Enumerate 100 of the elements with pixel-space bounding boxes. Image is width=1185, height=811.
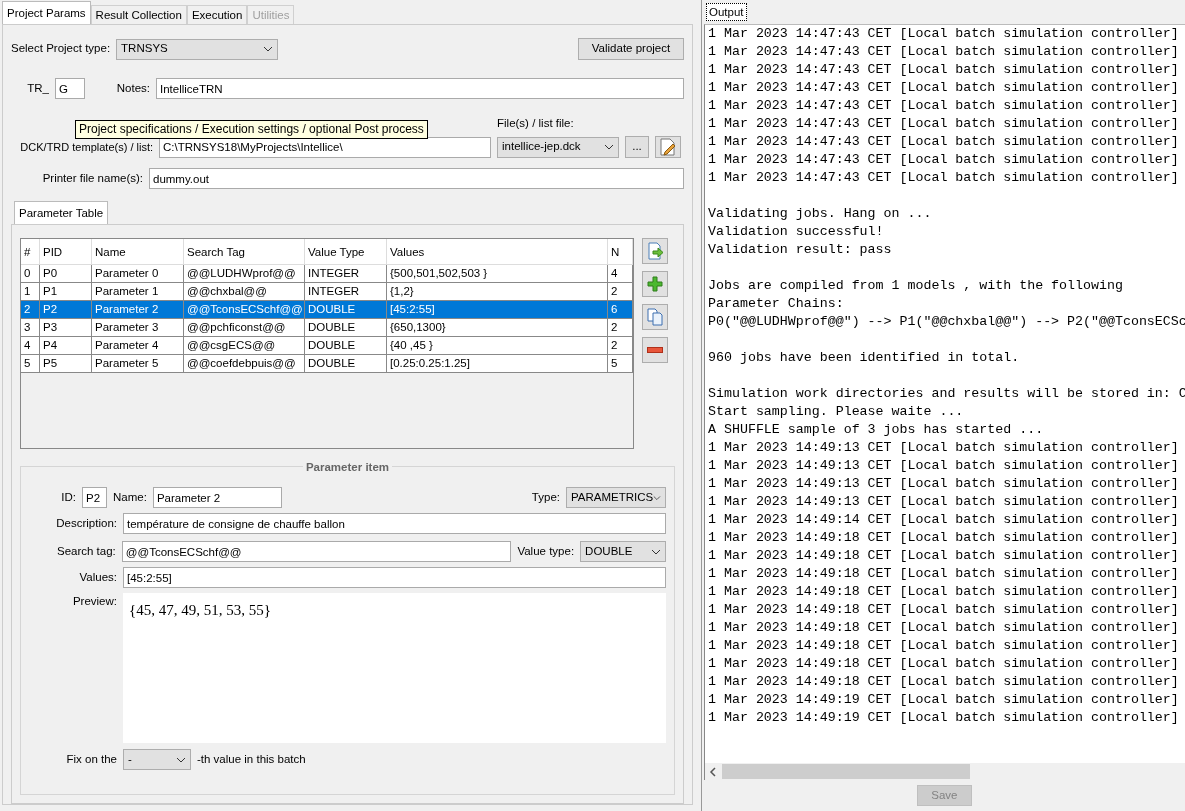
document-arrow-icon bbox=[646, 242, 664, 260]
log-line: 1 Mar 2023 14:49:19 CET [Local batch simulation controller] bbox=[708, 709, 1179, 727]
edit-button[interactable] bbox=[655, 136, 681, 158]
field-label: Preview: bbox=[71, 594, 117, 609]
log-line: 1 Mar 2023 14:47:43 CET [Local batch simulation controller] bbox=[708, 25, 1179, 43]
field-label: File(s) / list file: bbox=[497, 116, 574, 132]
horizontal-scrollbar[interactable] bbox=[705, 763, 1185, 780]
log-line: 1 Mar 2023 14:49:18 CET [Local batch simulation controller] bbox=[708, 619, 1179, 637]
log-line: 1 Mar 2023 14:47:43 CET [Local batch simulation controller] bbox=[708, 115, 1179, 133]
field-label: Printer file name(s): bbox=[41, 170, 143, 186]
table-cell: 5 bbox=[21, 355, 40, 373]
table-row[interactable]: 2 P2 Parameter 2 @@TconsECSchf@@ DOUBLE [45:2:55] 6 bbox=[21, 301, 633, 319]
field-label: TR_ bbox=[26, 80, 49, 96]
chevron-icon bbox=[176, 756, 186, 763]
log-line: 1 Mar 2023 14:47:43 CET [Local batch simulation controller] bbox=[708, 61, 1179, 79]
name-field[interactable]: Parameter 2 bbox=[152, 487, 282, 508]
table-cell: P5 bbox=[40, 355, 92, 373]
log-line: 1 Mar 2023 14:49:18 CET [Local batch simulation controller] bbox=[708, 673, 1179, 691]
log-line: A SHUFFLE sample of 3 jobs has started ... bbox=[708, 421, 1044, 439]
log-line: 1 Mar 2023 14:47:43 CET [Local batch simulation controller] bbox=[708, 169, 1179, 187]
log-line: 1 Mar 2023 14:49:18 CET [Local batch simulation controller] bbox=[708, 637, 1179, 655]
log-line: 1 Mar 2023 14:49:13 CET [Local batch simulation controller] bbox=[708, 493, 1179, 511]
log-line: 1 Mar 2023 14:49:18 CET [Local batch simulation controller] bbox=[708, 547, 1179, 565]
field-label: Name: bbox=[113, 489, 147, 505]
log-line: 1 Mar 2023 14:47:43 CET [Local batch simulation controller] bbox=[708, 43, 1179, 61]
field-label: Type: bbox=[531, 489, 560, 505]
group-title: Parameter item bbox=[302, 461, 393, 473]
copy-button[interactable] bbox=[642, 304, 668, 330]
description-field[interactable]: température de consigne de chauffe ballon bbox=[123, 513, 666, 534]
table-cell: 5 bbox=[608, 355, 633, 373]
validate-button[interactable]: Validate project bbox=[578, 38, 684, 60]
chevron-icon bbox=[653, 494, 661, 501]
tab[interactable]: Execution bbox=[186, 5, 248, 24]
field-label: Fix on the bbox=[65, 751, 117, 767]
preview-text: {45, 47, 49, 51, 53, 55} bbox=[129, 602, 271, 618]
tooltip: Project specifications / Execution settings / optional Post process bbox=[75, 120, 428, 139]
field-label: Description: bbox=[55, 515, 117, 531]
printer-file-field[interactable]: dummy.out bbox=[149, 168, 684, 189]
table-row[interactable]: 0 P0 Parameter 0 @@LUDHWprof@@ INTEGER {500,501,502,503 } 4 bbox=[21, 265, 633, 283]
chevron-icon bbox=[651, 548, 661, 555]
log-line: Validation result: pass bbox=[708, 241, 892, 259]
tab[interactable]: Result Collection bbox=[90, 5, 187, 24]
log-line: Validation successful! bbox=[708, 223, 884, 241]
plus-icon bbox=[647, 276, 663, 292]
chevron-icon bbox=[604, 144, 614, 150]
field-label: Values: bbox=[78, 569, 117, 585]
search-tag-field[interactable]: @@TconsECSchf@@ bbox=[121, 541, 512, 562]
remove-button[interactable] bbox=[642, 337, 668, 363]
id-field[interactable]: P2 bbox=[82, 487, 107, 508]
value-type-dropdown[interactable]: DOUBLE bbox=[580, 541, 666, 562]
field-label: Value type: bbox=[517, 543, 575, 559]
table-row[interactable]: 3 P3 Parameter 3 @@pchficonst@@ DOUBLE {650,1300} 2 bbox=[21, 319, 633, 337]
browse-button[interactable]: ... bbox=[625, 136, 649, 158]
log-line: 1 Mar 2023 14:49:18 CET [Local batch simulation controller] bbox=[708, 529, 1179, 547]
minus-icon bbox=[647, 347, 663, 353]
log-line: 1 Mar 2023 14:47:43 CET [Local batch simulation controller] bbox=[708, 97, 1179, 115]
table-cell: [0.25:0.25:1.25] bbox=[387, 355, 608, 373]
notepad-pencil-icon bbox=[659, 138, 677, 156]
log-line: 1 Mar 2023 14:49:13 CET [Local batch simulation controller] bbox=[708, 439, 1179, 457]
fix-dropdown[interactable]: - bbox=[123, 749, 191, 770]
log-line: 1 Mar 2023 14:49:18 CET [Local batch simulation controller] bbox=[708, 565, 1179, 583]
project-type-dropdown[interactable]: TRNSYS bbox=[116, 38, 279, 60]
log-line: 1 Mar 2023 14:49:14 CET [Local batch simulation controller] bbox=[708, 511, 1179, 529]
log-line: 1 Mar 2023 14:47:43 CET [Local batch simulation controller] bbox=[708, 79, 1179, 97]
table-cell: Parameter 5 bbox=[92, 355, 184, 373]
log-line: 1 Mar 2023 14:49:18 CET [Local batch simulation controller] bbox=[708, 655, 1179, 673]
field-label: Search tag: bbox=[55, 543, 116, 559]
table-row[interactable]: 4 P4 Parameter 4 @@csgECS@@ DOUBLE {40 ,45 } 2 bbox=[21, 337, 633, 355]
log-line: 1 Mar 2023 14:47:43 CET [Local batch simulation controller] bbox=[708, 133, 1179, 151]
log-line: Start sampling. Please waite ... bbox=[708, 403, 964, 421]
values-field[interactable]: [45:2:55] bbox=[123, 567, 666, 588]
log-line: 1 Mar 2023 14:49:13 CET [Local batch simulation controller] bbox=[708, 457, 1179, 475]
log-line: 960 jobs have been identified in total. bbox=[708, 349, 1020, 367]
field-label: Notes: bbox=[115, 80, 150, 96]
chevron-icon bbox=[263, 46, 274, 52]
log-line: 1 Mar 2023 14:49:13 CET [Local batch simulation controller] bbox=[708, 475, 1179, 493]
output-tab[interactable]: Output bbox=[706, 3, 747, 21]
log-line: 1 Mar 2023 14:49:18 CET [Local batch simulation controller] bbox=[708, 601, 1179, 619]
log-line: Jobs are compiled from 1 models , with the following bbox=[708, 277, 1123, 295]
tab[interactable]: Parameter Table bbox=[14, 201, 109, 224]
type-dropdown[interactable]: PARAMETRICS bbox=[566, 487, 666, 508]
add-button[interactable] bbox=[642, 271, 668, 297]
table-cell: DOUBLE bbox=[305, 355, 387, 373]
prefix-field[interactable]: G bbox=[55, 78, 85, 99]
field-label: -th value in this batch bbox=[197, 751, 306, 767]
log-line: P0("@@LUDHWprof@@") --> P1("@@chxbal@@") --> P2("@@TconsECSc bbox=[708, 313, 1185, 331]
file-dropdown[interactable]: intellice-jep.dck bbox=[497, 136, 619, 158]
tab[interactable]: Project Params bbox=[2, 1, 91, 24]
field-label: ID: bbox=[60, 489, 76, 505]
log-line: 1 Mar 2023 14:49:19 CET [Local batch simulation controller] bbox=[708, 691, 1179, 709]
import-button[interactable] bbox=[642, 238, 668, 264]
log-line: 1 Mar 2023 14:49:18 CET [Local batch simulation controller] bbox=[708, 583, 1179, 601]
log-line: 1 Mar 2023 14:47:43 CET [Local batch simulation controller] bbox=[708, 151, 1179, 169]
table-row[interactable]: 1 P1 Parameter 1 @@chxbal@@ INTEGER {1,2} 2 bbox=[21, 283, 633, 301]
field-label: Select Project type: bbox=[11, 41, 111, 57]
log-line: Validating jobs. Hang on ... bbox=[708, 205, 932, 223]
copy-icon bbox=[646, 308, 664, 326]
table-row[interactable]: 5 P5 Parameter 5 @@coefdebpuis@@ DOUBLE [0.25:0.25:1.25] 5 bbox=[21, 355, 633, 373]
notes-field[interactable]: IntelliceTRN bbox=[156, 78, 684, 99]
table-cell: @@coefdebpuis@@ bbox=[184, 355, 305, 373]
